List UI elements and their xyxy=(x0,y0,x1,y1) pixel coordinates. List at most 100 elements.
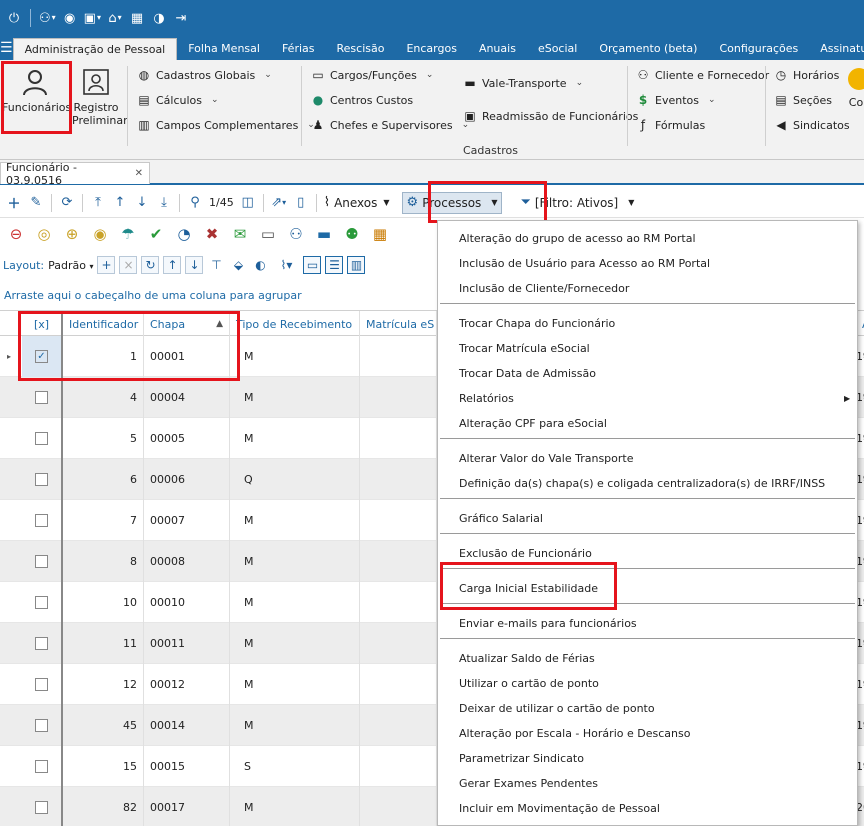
eventos-button[interactable]: $ Eventos ⌄ xyxy=(636,93,716,107)
menu-item[interactable]: Definição da(s) chapa(s) e coligada cent… xyxy=(459,473,825,493)
menu-item[interactable]: Inclusão de Cliente/Fornecedor xyxy=(459,278,629,298)
cargos-funcoes-button[interactable]: ▭ Cargos/Funções ⌄ xyxy=(311,68,433,82)
calendar-icon[interactable]: ▦ xyxy=(367,221,393,247)
download-icon[interactable]: ↓ xyxy=(185,256,204,274)
menu-item[interactable]: Alterar Valor do Vale Transporte xyxy=(459,448,634,468)
horarios-button[interactable]: ◷ Horários xyxy=(774,68,840,82)
clock-user-icon[interactable]: ◔ xyxy=(171,221,197,247)
layout-select[interactable]: Padrão ▾ xyxy=(48,259,93,272)
header-chapa[interactable]: Chapa ▲ xyxy=(144,311,230,337)
row-checkbox-cell[interactable] xyxy=(22,377,63,418)
pin-icon[interactable]: ⊤ xyxy=(207,256,225,274)
home-icon[interactable]: ⌂ ▾ xyxy=(105,6,125,30)
tab-assinatura[interactable]: Assinatura El xyxy=(809,36,864,60)
last-record-icon[interactable]: ⤓ xyxy=(154,192,174,214)
row-checkbox[interactable]: ✓ xyxy=(35,350,48,363)
row-checkbox-cell[interactable] xyxy=(22,705,63,746)
umbrella-icon[interactable]: ☂ xyxy=(115,221,141,247)
exit-icon[interactable]: ⇥ xyxy=(171,6,191,30)
row-checkbox[interactable] xyxy=(35,760,48,773)
row-checkbox[interactable] xyxy=(35,391,48,404)
row-checkbox[interactable] xyxy=(35,432,48,445)
add-icon[interactable]: + xyxy=(97,256,116,274)
save-layout-icon[interactable]: ↻ xyxy=(141,256,160,274)
row-checkbox[interactable] xyxy=(35,555,48,568)
add-icon[interactable]: ＋ xyxy=(4,192,24,214)
grid-icon[interactable]: ▦ xyxy=(127,6,147,30)
formulas-button[interactable]: ƒ Fórmulas xyxy=(636,118,705,132)
users-icon[interactable]: ⚇ ▾ xyxy=(37,6,58,30)
group-by-hint[interactable]: Arraste aqui o cabeçalho de uma coluna p… xyxy=(0,282,430,308)
document-icon[interactable]: ▯ xyxy=(291,192,311,214)
mail-check-icon[interactable]: ✉ xyxy=(227,221,253,247)
menu-item[interactable]: Relatórios xyxy=(459,388,514,408)
row-checkbox[interactable] xyxy=(35,637,48,650)
group-icon[interactable]: ⚇ xyxy=(283,221,309,247)
centros-custos-button[interactable]: ● Centros Custos xyxy=(311,93,413,107)
add-group-icon[interactable]: ⚉ xyxy=(339,221,365,247)
calculos-button[interactable]: ▤ Cálculos ⌄ xyxy=(137,93,218,107)
menu-item[interactable]: Gerar Exames Pendentes xyxy=(459,773,598,793)
columns-icon[interactable]: ◫ xyxy=(238,192,258,214)
row-checkbox-cell[interactable] xyxy=(22,746,63,787)
edit-icon[interactable]: ✎ xyxy=(26,192,46,214)
row-checkbox[interactable] xyxy=(35,678,48,691)
menu-item[interactable]: Trocar Matrícula eSocial xyxy=(459,338,590,358)
row-checkbox-cell[interactable] xyxy=(22,582,63,623)
menu-item[interactable]: Gráfico Salarial xyxy=(459,508,543,528)
add-coins-icon[interactable]: ⊕ xyxy=(59,221,85,247)
cadastros-globais-button[interactable]: ◍ Cadastros Globais ⌄ xyxy=(137,68,272,82)
funcionarios-button[interactable]: Funcionários xyxy=(2,64,71,114)
chart-icon[interactable]: ⌇▾ xyxy=(273,256,299,274)
processos-button[interactable]: ⚙ Processos ▼ xyxy=(401,191,503,214)
menu-item[interactable]: Exclusão de Funcionário xyxy=(459,543,592,563)
filtro-button[interactable]: ⏷ [Filtro: Ativos] ▼ xyxy=(518,192,636,214)
coins-icon[interactable]: ◎ xyxy=(31,221,57,247)
export-icon[interactable]: ⇗ ▾ xyxy=(269,192,289,214)
row-checkbox-cell[interactable] xyxy=(22,418,63,459)
upload-icon[interactable]: ↑ xyxy=(163,256,182,274)
view-single-icon[interactable]: ▭ xyxy=(303,256,322,274)
row-checkbox-cell[interactable]: ✓ xyxy=(22,336,63,377)
tab-orcamento[interactable]: Orçamento (beta) xyxy=(588,36,708,60)
row-checkbox[interactable] xyxy=(35,719,48,732)
sindicatos-button[interactable]: ◀ Sindicatos xyxy=(774,118,849,132)
card-icon[interactable]: ▬ xyxy=(311,221,337,247)
window-icon[interactable]: ▣ ▾ xyxy=(82,6,103,30)
paint-icon[interactable]: ⬙ xyxy=(229,256,247,274)
menu-item[interactable]: Utilizar o cartão de ponto xyxy=(459,673,599,693)
remove-user-icon[interactable]: ⊖ xyxy=(3,221,29,247)
menu-item[interactable]: Alteração por Escala - Horário e Descans… xyxy=(459,723,690,743)
cliente-fornecedor-button[interactable]: ⚇ Cliente e Fornecedor xyxy=(636,68,770,82)
menu-item[interactable]: Enviar e-mails para funcionários xyxy=(459,613,637,633)
tab-ferias[interactable]: Férias xyxy=(271,36,326,60)
menu-item[interactable]: Trocar Chapa do Funcionário xyxy=(459,313,615,333)
campos-complementares-button[interactable]: ▥ Campos Complementares ⌄ xyxy=(137,118,315,132)
tab-esocial[interactable]: eSocial xyxy=(527,36,588,60)
row-checkbox[interactable] xyxy=(35,473,48,486)
row-checkbox-cell[interactable] xyxy=(22,459,63,500)
next-record-icon[interactable]: ↓ xyxy=(132,192,152,214)
tab-encargos[interactable]: Encargos xyxy=(395,36,467,60)
row-checkbox-cell[interactable] xyxy=(22,500,63,541)
id-card-icon[interactable]: ▭ xyxy=(255,221,281,247)
row-checkbox-cell[interactable] xyxy=(22,787,63,826)
row-checkbox-cell[interactable] xyxy=(22,623,63,664)
secoes-button[interactable]: ▤ Seções xyxy=(774,93,832,107)
registro-preliminar-button[interactable]: Registro Preliminar xyxy=(72,64,128,127)
previous-record-icon[interactable]: ↑ xyxy=(110,192,130,214)
remove-icon[interactable]: × xyxy=(119,256,138,274)
menu-item[interactable]: Parametrizar Sindicato xyxy=(459,748,584,768)
header-check[interactable]: [x] xyxy=(22,311,63,337)
tab-folha-mensal[interactable]: Folha Mensal xyxy=(177,36,271,60)
tab-rescisao[interactable]: Rescisão xyxy=(326,36,396,60)
header-identificador[interactable]: Identificador xyxy=(63,311,144,337)
menu-item[interactable]: Incluir em Movimentação de Pessoal xyxy=(459,798,660,818)
tab-anuais[interactable]: Anuais xyxy=(468,36,527,60)
eye-icon[interactable]: ◉ xyxy=(60,6,80,30)
cancel-user-icon[interactable]: ✖ xyxy=(199,221,225,247)
anexos-button[interactable]: ⌇ Anexos ▼ xyxy=(322,192,392,214)
close-icon[interactable]: ✕ xyxy=(135,168,143,179)
row-checkbox[interactable] xyxy=(35,596,48,609)
tab-administracao-pessoal[interactable]: Administração de Pessoal xyxy=(12,38,178,60)
